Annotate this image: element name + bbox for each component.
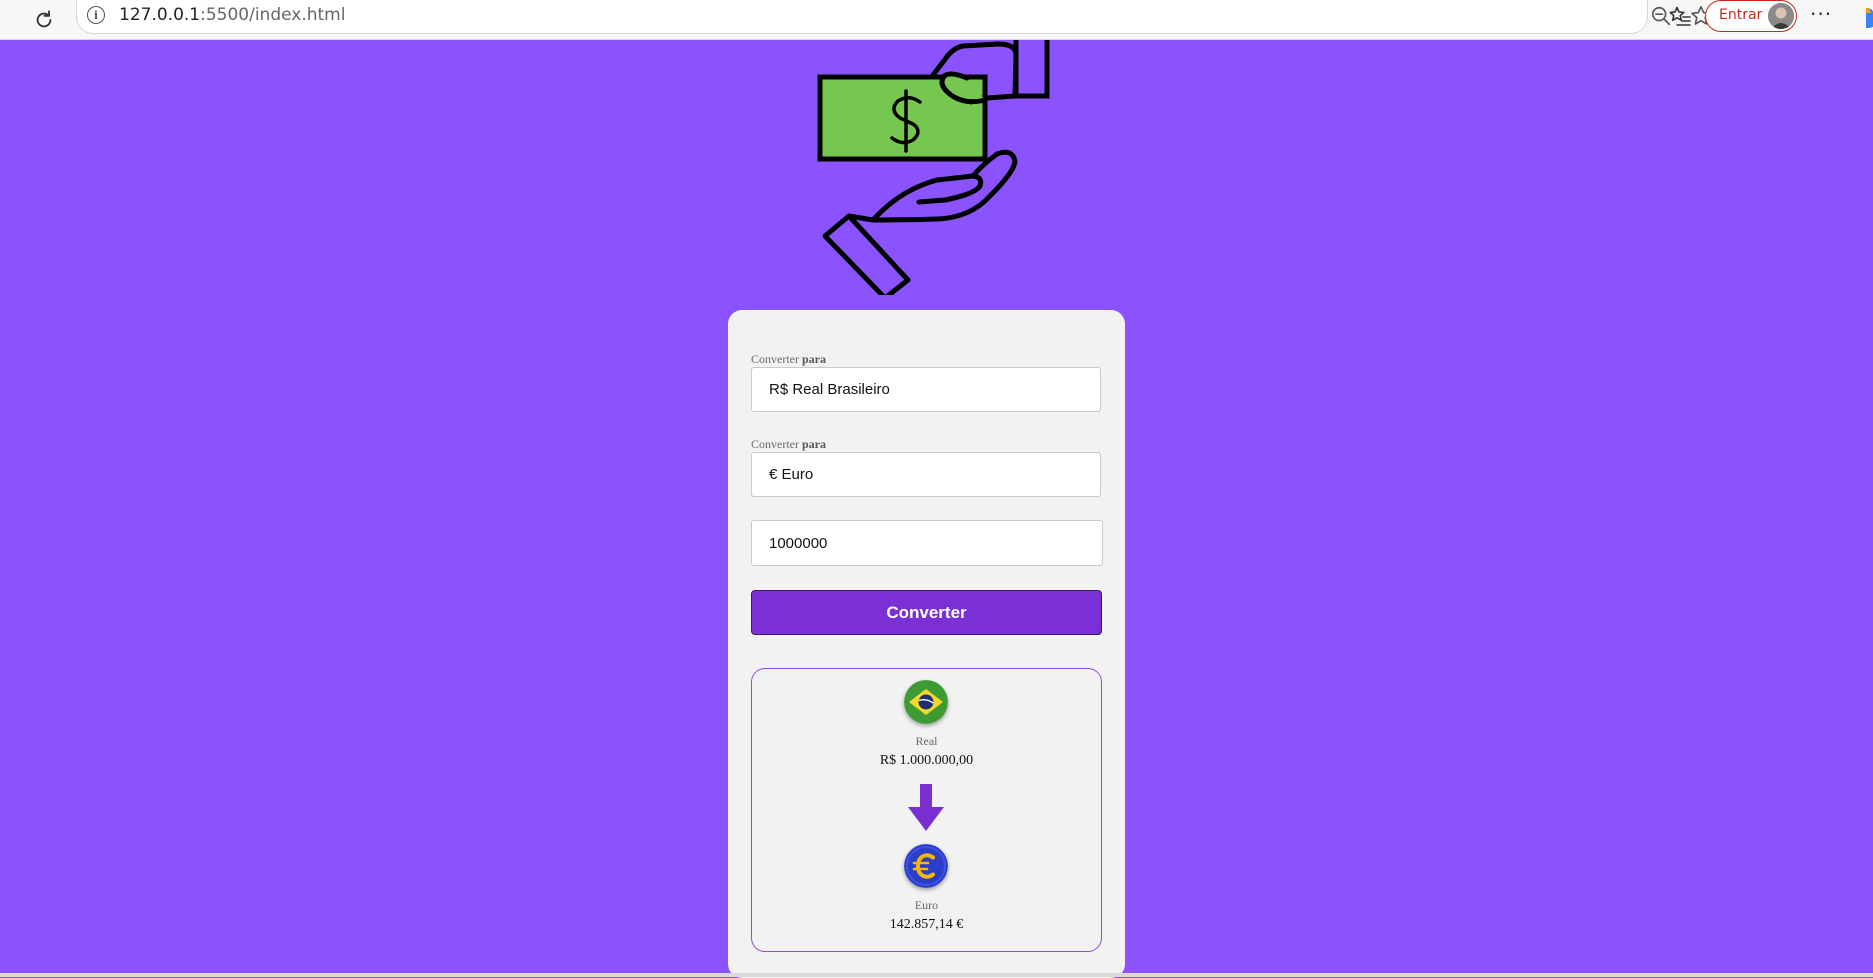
favorites-list-icon[interactable]	[1668, 4, 1692, 33]
from-currency-name: Real	[915, 734, 938, 748]
from-label-bold: para	[801, 352, 826, 366]
arrow-down-icon	[907, 784, 945, 837]
euro-coin-icon	[904, 844, 948, 888]
to-currency-amount: 142.857,14 €	[889, 917, 964, 932]
url-host: 127.0.0.1	[119, 5, 201, 25]
more-options-icon[interactable]: ···	[1810, 2, 1832, 26]
to-label-prefix: Converter	[751, 437, 802, 451]
from-currency-select[interactable]: R$ Real Brasileiro	[751, 367, 1101, 412]
avatar	[1768, 3, 1794, 29]
from-currency-label: Converter para	[751, 352, 826, 367]
conversion-result-box: Real R$ 1.000.000,00 Euro 142.857,14 €	[751, 668, 1102, 952]
browser-toolbar: i 127.0.0.1:5500/index.html Entrar ···	[0, 0, 1873, 40]
url-path: :5500/index.html	[200, 5, 346, 25]
from-currency-value: R$ Real Brasileiro	[769, 381, 890, 398]
to-label-bold: para	[801, 437, 826, 451]
amount-input[interactable]	[751, 520, 1103, 566]
from-label-prefix: Converter	[751, 352, 802, 366]
page-bottom-edge	[0, 973, 1873, 977]
to-currency-select[interactable]: € Euro	[751, 452, 1101, 497]
copilot-icon[interactable]	[1860, 4, 1873, 30]
to-currency-name: Euro	[914, 898, 939, 912]
to-currency-label: Converter para	[751, 437, 826, 452]
converter-card: Converter para R$ Real Brasileiro Conver…	[728, 310, 1125, 978]
convert-button[interactable]: Converter	[751, 590, 1102, 635]
url-text[interactable]: 127.0.0.1:5500/index.html	[119, 5, 345, 25]
money-exchange-illustration	[805, 40, 1065, 301]
reload-icon[interactable]	[28, 4, 60, 36]
signin-label: Entrar	[1719, 7, 1763, 23]
signin-button[interactable]: Entrar	[1705, 0, 1797, 32]
to-currency-value: € Euro	[769, 466, 814, 483]
site-info-icon[interactable]: i	[87, 6, 105, 24]
brazil-flag-icon	[904, 680, 948, 724]
address-bar[interactable]: i 127.0.0.1:5500/index.html	[76, 0, 1711, 34]
from-currency-amount: R$ 1.000.000,00	[879, 753, 974, 768]
